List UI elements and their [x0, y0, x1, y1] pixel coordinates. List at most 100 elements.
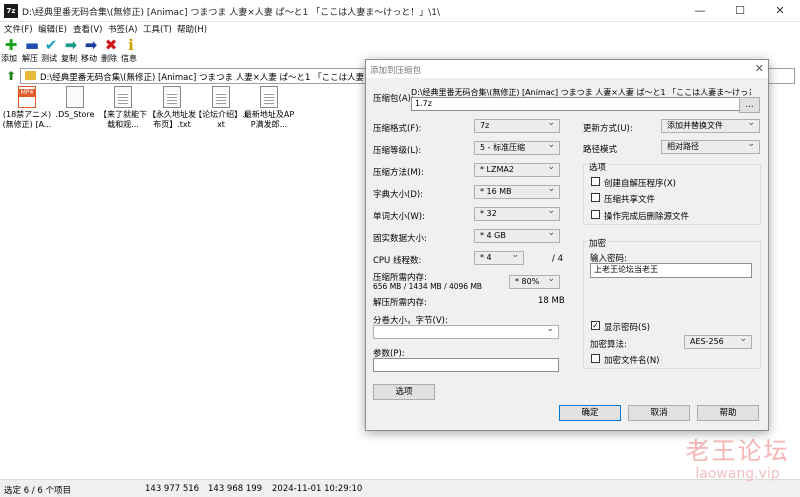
path-mode-select[interactable]: 相对路径	[661, 140, 760, 154]
menu-tools[interactable]: 工具(T)	[143, 23, 172, 35]
format-label: 压缩格式(F):	[373, 124, 422, 134]
method-select[interactable]: * LZMA2	[474, 163, 560, 177]
cancel-button[interactable]: 取消	[628, 405, 690, 421]
delete-after-label: 操作完成后删除源文件	[604, 212, 690, 222]
test-button[interactable]: ✔ 测试	[41, 36, 61, 66]
options-group-title: 选项	[587, 161, 609, 173]
maximize-button[interactable]: ☐	[720, 0, 760, 22]
extract-icon: ▬	[24, 36, 40, 54]
shared-files-label: 压缩共享文件	[604, 195, 656, 205]
file-icon	[66, 86, 84, 108]
solid-block-label: 固实数据大小:	[373, 234, 427, 244]
menu-file[interactable]: 文件(F)	[4, 23, 33, 35]
info-label: 信息	[121, 54, 137, 63]
method-label: 压缩方法(M):	[373, 168, 424, 178]
level-select[interactable]: 5 - 标准压缩	[474, 141, 560, 155]
watermark: 老王论坛 laowang.vip	[680, 437, 795, 487]
add-button[interactable]: ✚ 添加	[1, 36, 21, 66]
modified-date: 2024-11-01 10:29:10	[272, 484, 363, 494]
menu-bar: 文件(F) 编辑(E) 查看(V) 书签(A) 工具(T) 帮助(H)	[0, 22, 800, 36]
update-mode-label: 更新方式(U):	[583, 124, 633, 134]
options-button[interactable]: 选项	[373, 384, 435, 400]
shared-files-checkbox[interactable]	[591, 193, 600, 202]
total-size: 143 977 516	[145, 484, 200, 494]
watermark-text: 老王论坛	[685, 437, 790, 465]
move-button[interactable]: ➡ 移动	[81, 36, 101, 66]
word-size-select[interactable]: * 32	[474, 207, 560, 221]
sfx-label: 创建自解压程序(X)	[604, 179, 676, 189]
dialog-close-icon[interactable]: ✕	[755, 62, 764, 75]
parameters-field[interactable]	[373, 358, 559, 372]
title-bar: 7z D:\经典里番无码合集\(無修正) [Animac] つまつま 人妻×人妻…	[0, 0, 800, 22]
delete-button[interactable]: ✖ 删除	[101, 36, 121, 66]
extract-button[interactable]: ▬ 解压	[22, 36, 42, 66]
text-file-icon	[114, 86, 132, 108]
file-item[interactable]: 【永久地址发布页】.txt	[145, 86, 199, 130]
minimize-button[interactable]: —	[680, 0, 720, 22]
help-button[interactable]: 帮助	[697, 405, 759, 421]
watermark-url: laowang.vip	[695, 466, 780, 482]
encrypt-names-checkbox[interactable]	[591, 354, 600, 363]
password-field[interactable]: 上老王论坛当老王	[590, 263, 752, 278]
dialog-title: 添加到压缩包	[370, 66, 422, 76]
split-volume-select[interactable]	[373, 325, 559, 339]
encryption-method-label: 加密算法:	[590, 340, 627, 350]
add-icon: ✚	[4, 36, 18, 54]
file-name: 【来了就能下载和观...	[99, 110, 147, 129]
archive-label: 压缩包(A):	[373, 94, 414, 104]
level-label: 压缩等级(L):	[373, 146, 422, 156]
delete-label: 删除	[101, 54, 117, 63]
cpu-threads-select[interactable]: * 4	[474, 251, 524, 265]
update-mode-select[interactable]: 添加并替换文件	[661, 119, 760, 133]
test-label: 测试	[41, 54, 57, 63]
info-icon: ℹ	[128, 36, 134, 54]
encrypt-names-label: 加密文件名(N)	[604, 356, 660, 366]
file-item[interactable]: 最新地址及APP满发郎...	[242, 86, 296, 130]
decompress-memory-label: 解压所需内存:	[373, 298, 427, 308]
cpu-threads-label: CPU 线程数:	[373, 256, 422, 266]
show-password-label: 显示密码(S)	[604, 323, 651, 333]
window-title: D:\经典里番无码合集\(無修正) [Animac] つまつま 人妻×人妻 ぱ～…	[22, 8, 441, 18]
decompress-memory-value: 18 MB	[538, 296, 565, 306]
selection-count: 选定 6 / 6 个项目	[4, 486, 71, 496]
file-item[interactable]: .DS_Store	[48, 86, 102, 120]
add-to-archive-dialog: 添加到压缩包 ✕ 压缩包(A): D:\经典里番无码合集\(無修正) [Anim…	[365, 59, 769, 431]
file-name: 【论坛介绍】.txt	[194, 110, 248, 129]
text-file-icon	[260, 86, 278, 108]
file-item[interactable]: MP4 (18禁アニメ) (無修正) [A...	[0, 86, 54, 130]
delete-after-checkbox[interactable]	[591, 210, 600, 219]
up-folder-icon[interactable]: ⬆	[4, 69, 18, 83]
cpu-threads-total: / 4	[552, 254, 563, 264]
ok-button[interactable]: 确定	[559, 405, 621, 421]
menu-edit[interactable]: 编辑(E)	[38, 23, 67, 35]
file-item[interactable]: 【来了就能下载和观...	[96, 86, 150, 130]
copy-button[interactable]: ➡ 复制	[61, 36, 81, 66]
memory-detail: 656 MB / 1434 MB / 4096 MB	[373, 282, 483, 291]
copy-icon: ➡	[64, 36, 78, 54]
encryption-method-select[interactable]: AES-256	[684, 335, 752, 349]
archive-name-field[interactable]: 1.7z	[411, 97, 756, 111]
menu-view[interactable]: 查看(V)	[73, 23, 102, 35]
browse-button[interactable]: ...	[739, 97, 760, 113]
menu-help[interactable]: 帮助(H)	[177, 23, 207, 35]
file-name: (18禁アニメ) (無修正) [A...	[2, 110, 52, 129]
extract-label: 解压	[22, 54, 38, 63]
close-button[interactable]: ✕	[760, 0, 800, 22]
video-file-icon: MP4	[18, 86, 36, 108]
file-item[interactable]: 【论坛介绍】.txt	[194, 86, 248, 130]
move-icon: ➡	[84, 36, 98, 54]
dictionary-label: 字典大小(D):	[373, 190, 424, 200]
info-button[interactable]: ℹ 信息	[121, 36, 141, 66]
sfx-checkbox[interactable]	[591, 177, 600, 186]
show-password-checkbox[interactable]: ✓	[591, 321, 600, 330]
packed-size: 143 968 199	[208, 484, 263, 494]
delete-icon: ✖	[104, 36, 118, 54]
solid-block-select[interactable]: * 4 GB	[474, 229, 560, 243]
dictionary-select[interactable]: * 16 MB	[474, 185, 560, 199]
format-select[interactable]: 7z	[474, 119, 560, 133]
encryption-group-title: 加密	[587, 237, 609, 249]
path-mode-label: 路径模式	[583, 145, 618, 155]
folder-icon	[25, 71, 36, 80]
menu-bookmarks[interactable]: 书签(A)	[108, 23, 137, 35]
memory-usage-select[interactable]: * 80%	[509, 275, 560, 289]
